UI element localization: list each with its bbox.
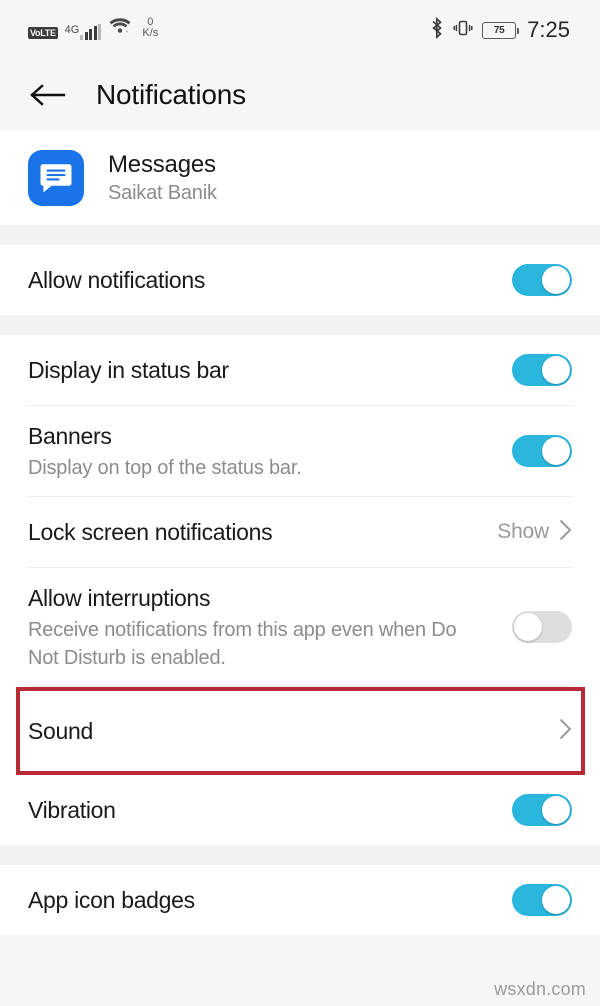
messages-app-icon <box>28 149 84 206</box>
row-label: Allow interruptions <box>28 585 211 611</box>
network-gen-label: 4G <box>64 23 80 36</box>
row-banners[interactable]: Banners Display on top of the status bar… <box>0 406 600 496</box>
row-labels: Banners Display on top of the status bar… <box>28 406 302 496</box>
lock-screen-value: Show <box>497 520 549 543</box>
signal-strength-bars <box>80 23 102 40</box>
status-bar-left: VoLTE 4G 0 K/s <box>28 15 159 42</box>
row-label: Vibration <box>28 797 116 823</box>
row-allow-interruptions[interactable]: Allow interruptions Receive notification… <box>0 568 600 686</box>
clock: 7:25 <box>527 17 570 42</box>
allow-notifications-toggle[interactable] <box>512 264 572 296</box>
phone-screen: VoLTE 4G 0 K/s 75 7:25 Notifications Mes… <box>0 0 600 1006</box>
row-label: Allow notifications <box>28 267 206 293</box>
settings-group-3: App icon badges <box>0 865 600 935</box>
row-label: Sound <box>28 718 94 744</box>
row-label: Lock screen notifications <box>28 519 273 545</box>
settings-group-1: Allow notifications <box>0 245 600 315</box>
row-labels: App icon badges <box>28 870 195 930</box>
row-labels: Allow notifications <box>28 250 205 310</box>
app-account: Saikat Banik <box>108 181 217 204</box>
app-header-texts: Messages Saikat Banik <box>108 151 217 205</box>
battery-icon: 75 <box>482 21 520 39</box>
row-vibration[interactable]: Vibration <box>0 775 600 845</box>
row-label: App icon badges <box>28 887 195 913</box>
wifi-icon <box>108 17 132 40</box>
app-name: Messages <box>108 150 216 178</box>
row-labels: Lock screen notifications <box>28 502 273 562</box>
section-gap-2 <box>0 315 600 335</box>
page-title: Notifications <box>96 79 246 110</box>
allow-interruptions-toggle[interactable] <box>512 611 572 643</box>
chevron-right-icon <box>559 718 572 745</box>
data-rate-indicator: 0 K/s <box>142 15 159 39</box>
row-sublabel: Receive notifications from this app even… <box>28 619 457 669</box>
row-allow-notifications[interactable]: Allow notifications <box>0 245 600 315</box>
display-in-status-bar-toggle[interactable] <box>512 354 572 386</box>
sound-row-highlight-wrap: Sound <box>0 687 600 775</box>
section-gap <box>0 225 600 245</box>
status-bar-right: 75 7:25 <box>430 16 570 44</box>
battery-percent: 75 <box>493 24 505 36</box>
row-labels: Vibration <box>28 780 116 840</box>
banners-toggle[interactable] <box>512 435 572 467</box>
data-rate-unit: K/s <box>142 26 159 39</box>
row-app-icon-badges[interactable]: App icon badges <box>0 865 600 935</box>
row-sublabel: Display on top of the status bar. <box>28 457 302 479</box>
bluetooth-icon <box>430 16 444 44</box>
volte-icon: VoLTE <box>28 26 58 39</box>
settings-group-2: Display in status bar Banners Display on… <box>0 335 600 845</box>
row-value-wrap: Show <box>497 519 572 546</box>
title-bar: Notifications <box>0 60 600 130</box>
signal-bars-icon: 4G <box>64 23 102 40</box>
row-sound[interactable]: Sound <box>0 687 600 775</box>
row-label: Banners <box>28 423 112 449</box>
section-gap-3 <box>0 845 600 865</box>
data-rate-value: 0 <box>147 15 154 28</box>
row-labels: Allow interruptions Receive notification… <box>28 568 483 686</box>
vibrate-icon <box>453 18 473 43</box>
status-bar: VoLTE 4G 0 K/s 75 7:25 <box>0 0 600 60</box>
row-display-in-status-bar[interactable]: Display in status bar <box>0 335 600 405</box>
row-lock-screen-notifications[interactable]: Lock screen notifications Show <box>0 497 600 567</box>
row-labels: Sound <box>28 701 93 761</box>
row-labels: Display in status bar <box>28 340 229 400</box>
vibration-toggle[interactable] <box>512 794 572 826</box>
app-header: Messages Saikat Banik <box>0 130 600 225</box>
app-icon-badges-toggle[interactable] <box>512 884 572 916</box>
back-arrow-icon[interactable] <box>28 81 68 109</box>
chevron-right-icon <box>559 519 572 546</box>
watermark: wsxdn.com <box>494 979 586 999</box>
row-label: Display in status bar <box>28 357 229 383</box>
